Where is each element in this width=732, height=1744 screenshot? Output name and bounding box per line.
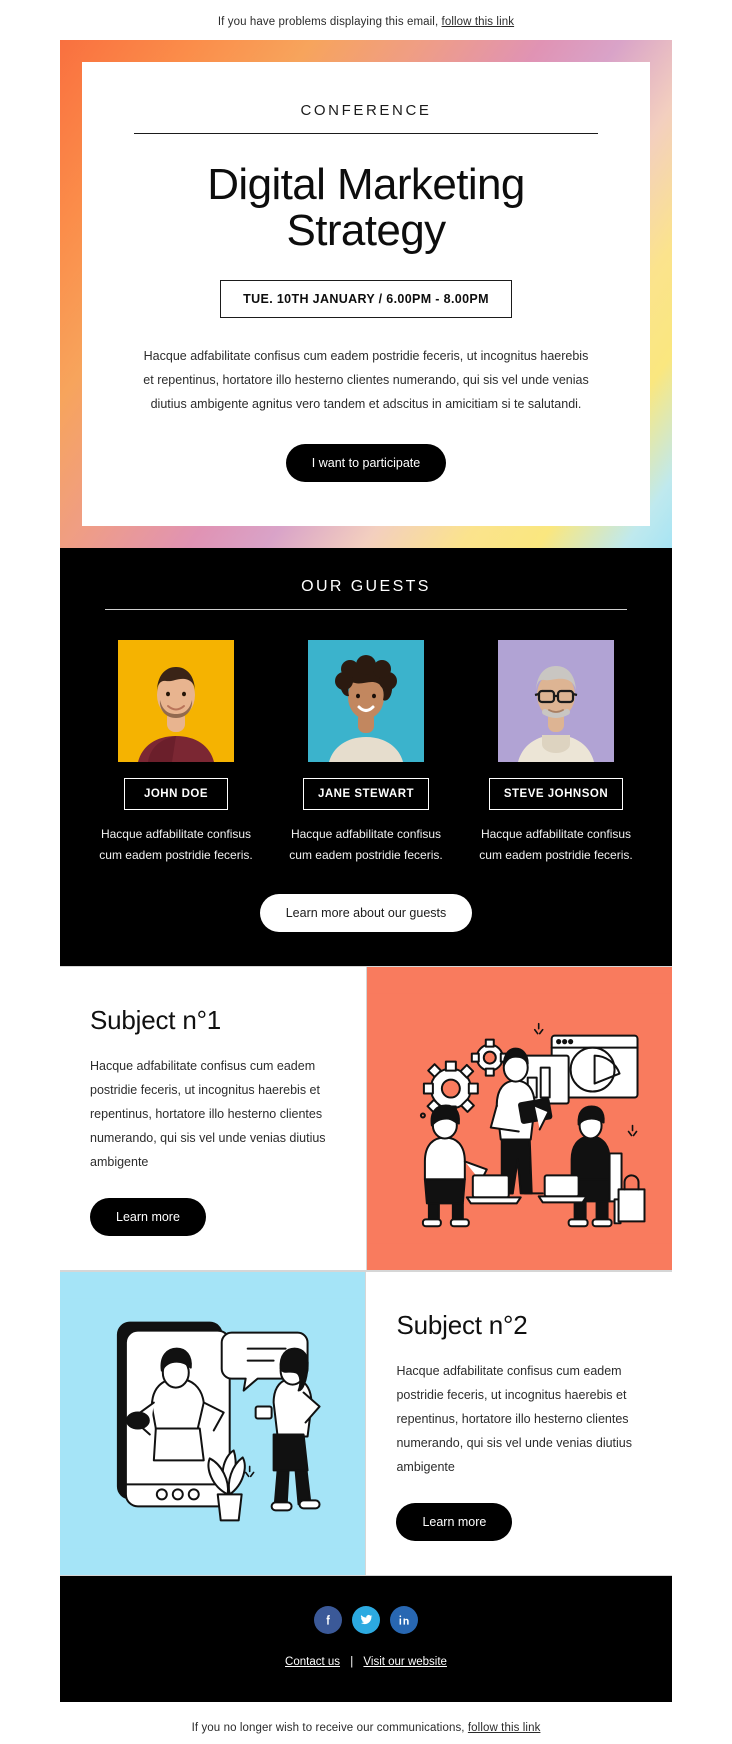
teamwork-analytics-illustration-icon <box>366 993 673 1243</box>
preheader-text: If you have problems displaying this ema… <box>217 16 439 28</box>
portrait-jane-stewart-icon <box>308 640 424 763</box>
preheader: If you have problems displaying this ema… <box>0 0 732 40</box>
email-body: CONFERENCE Digital Marketing Strategy TU… <box>60 40 673 1702</box>
twitter-icon[interactable] <box>352 1605 380 1634</box>
guest-card: JOHN DOE Hacque adfabilitate confisus cu… <box>88 640 264 865</box>
linkedin-glyph-icon <box>399 1614 409 1625</box>
subject-1-illustration <box>366 966 673 1270</box>
contact-us-link[interactable]: Contact us <box>285 1656 340 1668</box>
subject-1-paragraph: Hacque adfabilitate confisus cum eadem p… <box>90 1058 326 1169</box>
guest-card: JANE STEWART Hacque adfabilitate confisu… <box>278 640 454 865</box>
guest-card: STEVE JOHNSON Hacque adfabilitate confis… <box>468 640 644 865</box>
subject-2-paragraph: Hacque adfabilitate confisus cum eadem p… <box>396 1363 633 1474</box>
event-date-badge: TUE. 10TH JANUARY / 6.00PM - 8.00PM <box>220 280 512 319</box>
guest-photo <box>308 640 424 763</box>
guests-title: OUR GUESTS <box>301 578 431 596</box>
linkedin-icon[interactable] <box>390 1605 418 1634</box>
participate-button[interactable]: I want to participate <box>285 444 447 483</box>
subject-block-1: Subject n°1 Hacque adfabilitate confisus… <box>60 965 673 1271</box>
footer-section: Contact us | Visit our website <box>60 1575 672 1702</box>
guests-divider <box>104 609 628 611</box>
learn-more-guests-button[interactable]: Learn more about our guests <box>259 893 473 932</box>
portrait-john-doe-icon <box>118 640 234 763</box>
guest-photo <box>498 640 614 763</box>
hero-divider <box>134 133 598 134</box>
guests-cta-wrap: Learn more about our guests <box>88 866 644 932</box>
subject-2-illustration <box>60 1271 366 1575</box>
guest-photo <box>118 640 234 763</box>
unsubscribe-link[interactable]: follow this link <box>468 1722 541 1734</box>
preheader-link[interactable]: follow this link <box>442 16 515 28</box>
visit-website-link[interactable]: Visit our website <box>363 1656 447 1668</box>
portrait-steve-johnson-icon <box>498 640 614 763</box>
facebook-glyph-icon <box>326 1614 330 1625</box>
hero-cta-wrap: I want to participate <box>134 416 598 483</box>
social-links <box>60 1605 672 1656</box>
subject-1-learn-more-button[interactable]: Learn more <box>90 1197 206 1236</box>
guest-name: JOHN DOE <box>124 778 228 811</box>
mobile-messaging-illustration-icon <box>60 1298 366 1548</box>
footer-separator: | <box>350 1655 354 1668</box>
facebook-icon[interactable] <box>314 1605 342 1634</box>
footer-links: Contact us | Visit our website <box>60 1656 672 1668</box>
guest-name: STEVE JOHNSON <box>488 778 624 811</box>
unsubscribe-note: If you no longer wish to receive our com… <box>0 1702 732 1744</box>
subject-block-2: Subject n°2 Hacque adfabilitate confisus… <box>60 1270 672 1576</box>
hero-gradient-frame: CONFERENCE Digital Marketing Strategy TU… <box>60 40 672 549</box>
subject-2-title: Subject n°2 <box>396 1309 528 1340</box>
subject-1-text: Subject n°1 Hacque adfabilitate confisus… <box>60 967 366 1270</box>
guests-section: OUR GUESTS JOHN DOE Hacque adfabilitate … <box>60 548 672 966</box>
subject-2-learn-more-button[interactable]: Learn more <box>396 1502 513 1541</box>
guest-description: Hacque adfabilitate confisus cum eadem p… <box>479 827 633 862</box>
twitter-bird-glyph-icon <box>360 1615 373 1625</box>
guests-row: JOHN DOE Hacque adfabilitate confisus cu… <box>88 640 644 865</box>
hero-kicker: CONFERENCE <box>300 102 432 119</box>
subject-2-text: Subject n°2 Hacque adfabilitate confisus… <box>366 1272 672 1575</box>
hero-title: Digital Marketing Strategy <box>207 160 525 256</box>
subject-1-title: Subject n°1 <box>90 1004 222 1035</box>
hero-card: CONFERENCE Digital Marketing Strategy TU… <box>82 62 650 527</box>
guest-name: JANE STEWART <box>302 778 430 811</box>
guest-description: Hacque adfabilitate confisus cum eadem p… <box>289 827 443 862</box>
guest-description: Hacque adfabilitate confisus cum eadem p… <box>99 827 253 862</box>
hero-paragraph: Hacque adfabilitate confisus cum eadem p… <box>143 349 589 412</box>
unsubscribe-text: If you no longer wish to receive our com… <box>191 1721 465 1734</box>
